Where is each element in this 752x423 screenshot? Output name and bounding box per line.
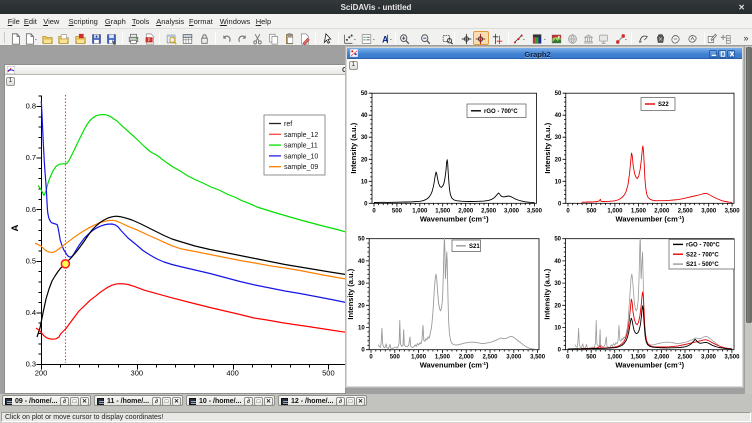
svg-text:40: 40	[361, 113, 368, 119]
svg-text:3,000: 3,000	[504, 208, 520, 214]
svg-text:0.8: 0.8	[26, 102, 36, 111]
svg-text:S21: S21	[469, 244, 480, 250]
svg-text:3,000: 3,000	[701, 355, 717, 361]
svg-text:20: 20	[555, 157, 562, 163]
svg-text:2,500: 2,500	[482, 355, 498, 361]
svg-text:50: 50	[358, 237, 365, 243]
svg-text:0.3: 0.3	[26, 360, 36, 369]
svg-text:40: 40	[358, 259, 365, 265]
svg-text:50: 50	[554, 237, 561, 243]
svg-text:ref: ref	[284, 121, 292, 128]
svg-text:3,000: 3,000	[701, 208, 717, 214]
svg-text:0: 0	[369, 355, 373, 361]
svg-text:0.5: 0.5	[26, 256, 36, 265]
svg-text:Intensity (a.u.): Intensity (a.u.)	[346, 268, 355, 319]
svg-text:0: 0	[558, 348, 562, 354]
svg-text:30: 30	[555, 135, 562, 141]
svg-text:Intensity (a.u.): Intensity (a.u.)	[543, 122, 552, 173]
svg-text:Wavenumber (cm-1): Wavenumber (cm-1)	[420, 361, 489, 370]
svg-text:30: 30	[361, 135, 368, 141]
svg-text:rGO - 700°C: rGO - 700°C	[686, 243, 720, 249]
svg-text:10: 10	[358, 326, 365, 332]
svg-text:S22: S22	[658, 102, 669, 108]
svg-text:0.6: 0.6	[26, 205, 36, 214]
svg-text:sample_09: sample_09	[284, 164, 318, 171]
svg-text:30: 30	[358, 281, 365, 287]
svg-text:500: 500	[392, 208, 403, 214]
svg-text:500: 500	[586, 208, 597, 214]
svg-text:300: 300	[131, 369, 144, 378]
svg-text:10: 10	[554, 326, 561, 332]
svg-text:Intensity (a.u.): Intensity (a.u.)	[349, 122, 358, 173]
svg-text:2,500: 2,500	[481, 208, 497, 214]
svg-text:200: 200	[35, 369, 48, 378]
svg-text:sample_10: sample_10	[284, 153, 318, 160]
svg-text:rGO - 700°C: rGO - 700°C	[484, 109, 518, 115]
svg-text:Intensity (a.u.): Intensity (a.u.)	[543, 268, 552, 319]
svg-text:sample_11: sample_11	[284, 143, 318, 150]
svg-text:Wavenumber (cm-1): Wavenumber (cm-1)	[616, 214, 685, 223]
svg-text:400: 400	[226, 369, 239, 378]
svg-text:500: 500	[390, 355, 401, 361]
svg-text:10: 10	[555, 179, 562, 185]
svg-text:30: 30	[554, 281, 561, 287]
svg-text:20: 20	[554, 303, 561, 309]
svg-text:20: 20	[361, 157, 368, 163]
svg-text:0: 0	[361, 348, 365, 354]
svg-text:40: 40	[555, 113, 562, 119]
svg-text:P: P	[148, 37, 151, 42]
svg-text:0.4: 0.4	[26, 308, 36, 317]
svg-text:20: 20	[358, 303, 365, 309]
svg-text:0: 0	[566, 208, 570, 214]
svg-text:3,500: 3,500	[527, 208, 543, 214]
svg-text:Wavenumber (cm-1): Wavenumber (cm-1)	[420, 214, 489, 223]
svg-text:3,500: 3,500	[530, 355, 546, 361]
svg-text:50: 50	[555, 91, 562, 97]
svg-text:2,500: 2,500	[677, 355, 693, 361]
svg-text:sample_12: sample_12	[284, 132, 318, 139]
svg-text:40: 40	[554, 259, 561, 265]
svg-text:500: 500	[322, 369, 335, 378]
svg-text:3,500: 3,500	[725, 208, 741, 214]
svg-text:0: 0	[372, 208, 376, 214]
svg-text:50: 50	[361, 91, 368, 97]
svg-text:A: A	[10, 224, 21, 231]
svg-text:0: 0	[558, 201, 562, 207]
svg-text:0.7: 0.7	[26, 153, 36, 162]
svg-text:3,000: 3,000	[506, 355, 522, 361]
svg-text:S22 - 700°C: S22 - 700°C	[686, 252, 719, 258]
svg-text:2,500: 2,500	[678, 208, 694, 214]
svg-text:0: 0	[364, 201, 368, 207]
svg-text:3,500: 3,500	[724, 355, 740, 361]
svg-text:500: 500	[586, 355, 597, 361]
svg-text:Wavenumber (cm-1): Wavenumber (cm-1)	[615, 361, 684, 370]
svg-text:10: 10	[361, 179, 368, 185]
svg-text:0: 0	[566, 355, 570, 361]
svg-text:S21 - 500°C: S21 - 500°C	[686, 262, 719, 268]
